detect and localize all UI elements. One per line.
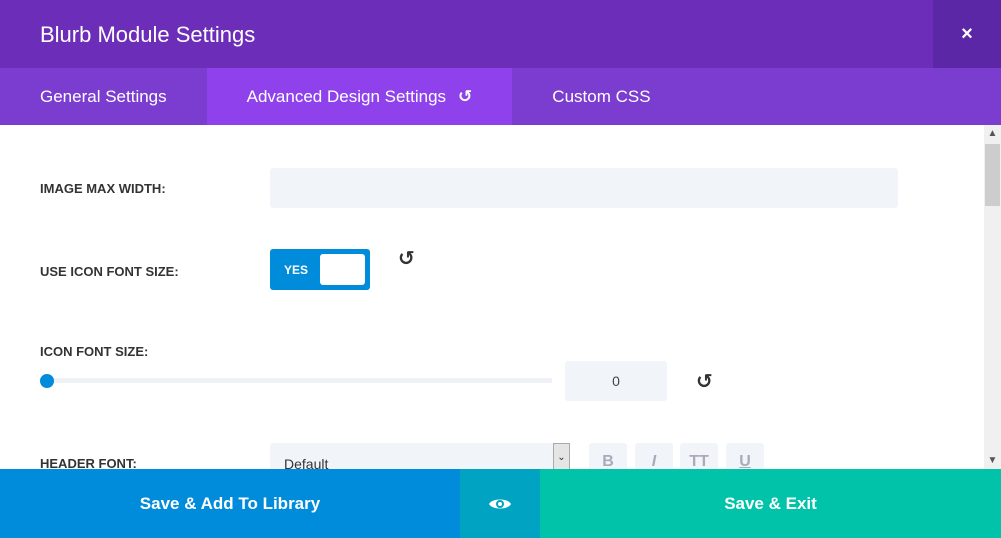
tab-custom-css[interactable]: Custom CSS xyxy=(512,68,690,125)
icon-font-size-input[interactable]: 0 xyxy=(565,361,667,401)
bold-button[interactable]: B xyxy=(589,443,627,469)
chevron-down-icon: ⌄ xyxy=(553,443,570,469)
tab-label: General Settings xyxy=(40,86,167,106)
icon-font-size-slider-track[interactable] xyxy=(40,378,552,383)
scroll-down-icon[interactable]: ▼ xyxy=(984,452,1001,469)
tab-bar: General Settings Advanced Design Setting… xyxy=(0,68,1001,125)
image-max-width-label: IMAGE MAX WIDTH: xyxy=(40,181,166,196)
uppercase-button[interactable]: TT xyxy=(680,443,718,469)
close-button[interactable]: × xyxy=(933,0,1001,68)
save-add-to-library-button[interactable]: Save & Add To Library xyxy=(0,469,460,538)
toggle-knob xyxy=(320,254,365,285)
select-value: Default xyxy=(284,456,329,469)
save-exit-button[interactable]: Save & Exit xyxy=(540,469,1001,538)
modal-footer: Save & Add To Library Save & Exit xyxy=(0,469,1001,538)
settings-content: IMAGE MAX WIDTH: USE ICON FONT SIZE: YES… xyxy=(0,125,984,469)
header-font-label: HEADER FONT: xyxy=(40,456,137,469)
tab-label: Advanced Design Settings xyxy=(246,86,447,106)
preview-button[interactable] xyxy=(460,469,540,538)
use-icon-font-size-toggle[interactable]: YES xyxy=(270,249,370,290)
eye-icon xyxy=(489,499,511,508)
image-max-width-input[interactable] xyxy=(270,168,898,208)
modal-header: Blurb Module Settings × xyxy=(0,0,1001,68)
close-icon: × xyxy=(961,22,973,45)
scrollbar-thumb[interactable] xyxy=(985,144,1000,206)
scroll-up-icon[interactable]: ▲ xyxy=(984,125,1001,142)
tab-label: Custom CSS xyxy=(552,86,651,106)
modal-title: Blurb Module Settings xyxy=(40,22,256,47)
icon-font-size-label: ICON FONT SIZE: xyxy=(40,344,149,359)
tab-general-settings[interactable]: General Settings xyxy=(0,68,207,125)
toggle-state: YES xyxy=(284,263,309,277)
use-icon-font-size-label: USE ICON FONT SIZE: xyxy=(40,264,179,279)
tab-advanced-design-settings[interactable]: Advanced Design Settings ↺ xyxy=(206,68,513,125)
reset-icon[interactable]: ↺ xyxy=(398,246,415,271)
reset-icon[interactable]: ↺ xyxy=(696,369,713,394)
header-font-select[interactable]: Default ⌄ xyxy=(270,443,570,469)
icon-font-size-slider-handle[interactable] xyxy=(40,374,54,388)
scrollbar[interactable]: ▲ ▼ xyxy=(984,125,1001,469)
underline-button[interactable]: U xyxy=(726,443,764,469)
reset-icon[interactable]: ↺ xyxy=(458,87,472,107)
italic-button[interactable]: I xyxy=(635,443,673,469)
